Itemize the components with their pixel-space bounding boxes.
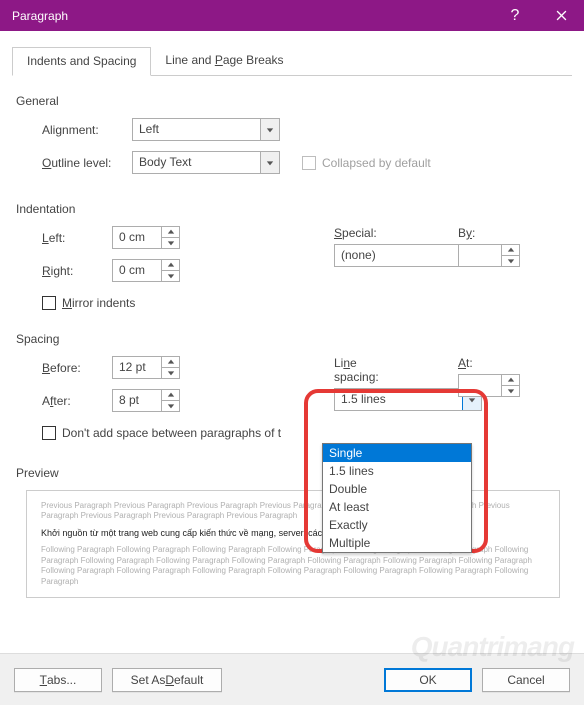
collapsed-checkbox: Collapsed by default	[302, 156, 431, 170]
line-spacing-label: Line spacing:	[334, 356, 404, 384]
at-spinner[interactable]	[458, 374, 520, 397]
option-15-lines[interactable]: 1.5 lines	[323, 462, 471, 480]
special-label: Special:	[334, 226, 377, 240]
outline-combo[interactable]: Body Text	[132, 151, 280, 174]
caret-up-icon	[502, 375, 519, 385]
section-spacing: Spacing	[16, 332, 572, 346]
caret-up-icon	[502, 245, 519, 255]
alignment-label: Alignment:	[42, 123, 132, 137]
option-double[interactable]: Double	[323, 480, 471, 498]
outline-label: Outline level:	[42, 156, 132, 170]
mirror-indents-checkbox[interactable]: Mirror indents	[42, 296, 135, 310]
before-spinner[interactable]: 12 pt	[112, 356, 180, 379]
caret-up-icon	[162, 260, 179, 270]
line-spacing-dropdown[interactable]: Single 1.5 lines Double At least Exactly…	[322, 443, 472, 553]
before-label: Before:	[42, 361, 112, 375]
dialog-body: Indents and Spacing Line and Page Breaks…	[0, 31, 584, 705]
by-spinner[interactable]	[458, 244, 520, 267]
caret-down-icon	[502, 255, 519, 266]
tab-indents-spacing[interactable]: Indents and Spacing	[12, 47, 151, 76]
option-multiple[interactable]: Multiple	[323, 534, 471, 552]
section-indentation: Indentation	[16, 202, 572, 216]
title-bar: Paragraph ?	[0, 0, 584, 31]
caret-up-icon	[162, 390, 179, 400]
alignment-value: Left	[133, 119, 260, 140]
caret-down-icon	[502, 385, 519, 396]
window-title: Paragraph	[12, 9, 68, 23]
checkbox-icon	[42, 426, 56, 440]
caret-up-icon	[162, 357, 179, 367]
dialog-footer: Tabs... Set As Default OK Cancel	[0, 653, 584, 705]
caret-down-icon	[162, 237, 179, 248]
indent-left-label: Left:	[42, 231, 112, 245]
set-default-button[interactable]: Set As Default	[112, 668, 222, 692]
indent-right-spinner[interactable]: 0 cm	[112, 259, 180, 282]
tab-line-page-breaks[interactable]: Line and Page Breaks	[151, 47, 297, 75]
caret-down-icon	[162, 270, 179, 281]
alignment-combo[interactable]: Left	[132, 118, 280, 141]
checkbox-icon	[42, 296, 56, 310]
section-general: General	[16, 94, 572, 108]
at-label: At:	[458, 356, 473, 370]
by-label: By:	[458, 226, 475, 240]
ok-button[interactable]: OK	[384, 668, 472, 692]
help-button[interactable]: ?	[492, 0, 538, 31]
tabs-button[interactable]: Tabs...	[14, 668, 102, 692]
caret-down-icon	[162, 367, 179, 378]
close-icon	[556, 10, 567, 21]
after-label: After:	[42, 394, 112, 408]
cancel-button[interactable]: Cancel	[482, 668, 570, 692]
caret-up-icon	[162, 227, 179, 237]
chevron-down-icon	[260, 119, 279, 140]
chevron-down-icon	[260, 152, 279, 173]
close-button[interactable]	[538, 0, 584, 31]
option-exactly[interactable]: Exactly	[323, 516, 471, 534]
after-spinner[interactable]: 8 pt	[112, 389, 180, 412]
dont-add-space-checkbox[interactable]: Don't add space between paragraphs of t	[42, 426, 281, 440]
checkbox-icon	[302, 156, 316, 170]
outline-value: Body Text	[133, 152, 260, 173]
tabs: Indents and Spacing Line and Page Breaks	[12, 47, 572, 76]
option-single[interactable]: Single	[323, 444, 471, 462]
indent-left-spinner[interactable]: 0 cm	[112, 226, 180, 249]
caret-down-icon	[162, 400, 179, 411]
indent-right-label: Right:	[42, 264, 112, 278]
section-preview: Preview	[16, 466, 572, 480]
preview-box: Previous Paragraph Previous Paragraph Pr…	[26, 490, 560, 598]
option-at-least[interactable]: At least	[323, 498, 471, 516]
